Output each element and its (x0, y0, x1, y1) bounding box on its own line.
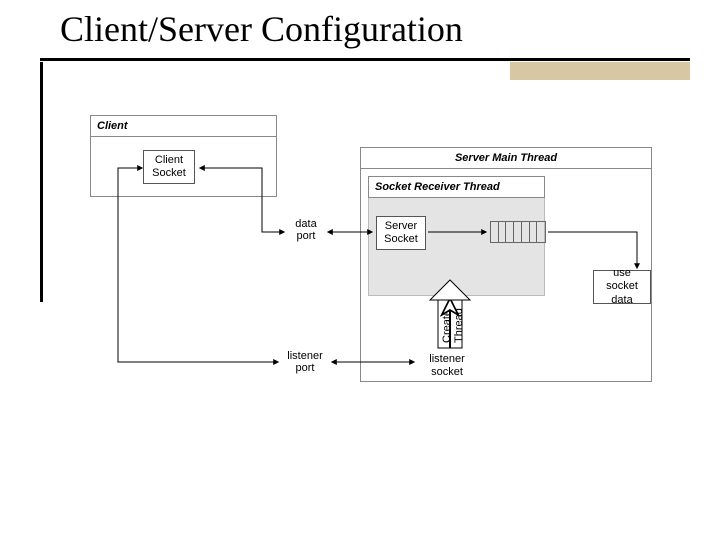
client-thread-title: Client (91, 116, 276, 137)
server-socket-box: Server Socket (376, 216, 426, 250)
socket-queue (490, 221, 546, 243)
server-main-thread-title: Server Main Thread (361, 148, 651, 169)
create-thread-label: Create Thread (441, 304, 465, 348)
slide-title: Client/Server Configuration (60, 8, 463, 50)
use-socket-data-box: use socket data (593, 270, 651, 304)
client-socket-box: Client Socket (143, 150, 195, 184)
listener-socket-box: listener socket (418, 352, 476, 380)
left-vertical-rule (40, 62, 43, 302)
socket-receiver-thread-title: Socket Receiver Thread (368, 176, 545, 198)
data-port-label: data port (286, 218, 326, 242)
accent-bar (510, 62, 690, 80)
title-underline (40, 58, 690, 61)
listener-port-label: listener port (280, 350, 330, 374)
arrow-client-to-listenerport (118, 168, 278, 362)
